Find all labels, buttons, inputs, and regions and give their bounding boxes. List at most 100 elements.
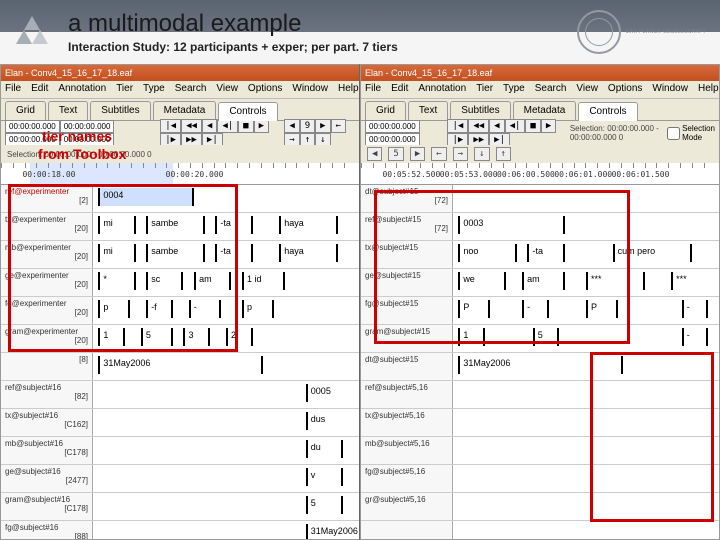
transport-button[interactable]: ◀| — [217, 119, 238, 133]
transport-button[interactable]: |◀ — [447, 119, 468, 133]
rate-button[interactable]: ↑ — [496, 147, 511, 161]
menu-item-view[interactable]: View — [216, 83, 238, 96]
menu-item-annotation[interactable]: Annotation — [58, 83, 106, 96]
timecode-field[interactable]: 00:00:00.000 — [365, 120, 420, 133]
transport-button[interactable]: ◀◀ — [181, 119, 202, 133]
tier-label[interactable]: gram@subject#16[C178] — [1, 493, 93, 520]
rate-button[interactable]: → — [453, 147, 468, 161]
timeline-ruler-right[interactable]: 00:05:52.50000:05:53.00000:06:00.50000:0… — [361, 163, 719, 185]
annotation[interactable]: haya — [279, 216, 338, 234]
transport-button[interactable]: ■ — [525, 119, 540, 133]
transport-button[interactable]: ▶ — [541, 119, 556, 133]
tab-text[interactable]: Text — [408, 101, 448, 120]
tab-metadata[interactable]: Metadata — [153, 101, 217, 120]
tier-label[interactable]: ref@subject#16[82] — [1, 381, 93, 408]
menu-item-edit[interactable]: Edit — [391, 83, 408, 96]
tier-label[interactable]: ge@subject#16[2477] — [1, 465, 93, 492]
tier-track[interactable]: 31May2006 — [93, 521, 359, 539]
annotation[interactable]: haya — [279, 244, 338, 262]
tab-subtitles[interactable]: Subtitles — [450, 101, 510, 120]
tier-label[interactable]: gr@subject#5,16 — [361, 493, 453, 520]
tier-label[interactable]: mb@subject#5,16 — [361, 437, 453, 464]
tab-text[interactable]: Text — [48, 101, 88, 120]
transport-button[interactable]: ◀ — [489, 119, 504, 133]
rate-button[interactable]: ← — [431, 147, 446, 161]
menu-item-tier[interactable]: Tier — [116, 83, 133, 96]
selection-mode-checkbox[interactable]: Selection Mode — [667, 124, 715, 142]
menu-item-type[interactable]: Type — [143, 83, 165, 96]
ruler-label: 00:06:01.500 — [612, 170, 670, 179]
annotation[interactable]: 31May2006 — [306, 524, 359, 539]
annotation[interactable]: du — [306, 440, 343, 458]
annotation[interactable]: - — [682, 328, 709, 346]
menu-item-help[interactable]: Help — [338, 83, 359, 96]
tab-subtitles[interactable]: Subtitles — [90, 101, 150, 120]
menu-item-search[interactable]: Search — [535, 83, 567, 96]
tier-track[interactable]: 55 — [93, 493, 359, 520]
tier-label[interactable]: ref@subject#5,16 — [361, 381, 453, 408]
transport-button[interactable]: ■ — [238, 119, 253, 133]
transport-button[interactable]: ◀◀ — [468, 119, 489, 133]
rate-button[interactable]: ← — [331, 119, 346, 133]
tier-track[interactable]: 31May2006 — [453, 521, 719, 539]
tier-label[interactable]: tx@subject#5,16 — [361, 409, 453, 436]
annotation[interactable]: 5 — [306, 496, 343, 514]
annotation[interactable]: *** — [671, 272, 719, 290]
ruler-label: 00:00:18.00 — [22, 170, 75, 179]
transport-left: |◀◀◀◀◀|■▶|▶▶▶▶| — [160, 119, 272, 147]
rate-button[interactable]: 5 — [388, 147, 403, 161]
tier-track[interactable]: duscheh — [93, 409, 359, 436]
tab-grid[interactable]: Grid — [365, 101, 406, 120]
menu-item-window[interactable]: Window — [652, 83, 688, 96]
menu-item-search[interactable]: Search — [175, 83, 207, 96]
tier-label[interactable]: [8] — [1, 353, 93, 380]
menu-item-view[interactable]: View — [576, 83, 598, 96]
tier-label[interactable] — [361, 521, 453, 539]
rate-button[interactable]: 9 — [300, 119, 315, 133]
rate-button[interactable]: ▶ — [315, 119, 330, 133]
menu-item-file[interactable]: File — [365, 83, 381, 96]
tier-label[interactable]: fg@subject#5,16 — [361, 465, 453, 492]
menu-item-help[interactable]: Help — [698, 83, 719, 96]
tier-track[interactable]: 0005 — [93, 381, 359, 408]
tier-track[interactable]: v- — [93, 465, 359, 492]
transport-button[interactable]: |◀ — [160, 119, 181, 133]
rate-button[interactable]: ◀ — [367, 147, 382, 161]
menubar-left: File Edit Annotation Tier Type Search View Opti… — [1, 81, 359, 99]
tab-grid[interactable]: Grid — [5, 101, 46, 120]
menu-item-window[interactable]: Window — [292, 83, 328, 96]
tab-controls[interactable]: Controls — [578, 102, 637, 121]
annotation[interactable]: dus — [306, 412, 359, 430]
annotation[interactable]: 1 id — [242, 272, 285, 290]
tab-controls[interactable]: Controls — [218, 102, 277, 121]
menu-item-tier[interactable]: Tier — [476, 83, 493, 96]
annotation[interactable]: 0005 — [306, 384, 359, 402]
annotation[interactable]: - — [682, 300, 709, 318]
annotation[interactable]: p — [242, 300, 274, 318]
rate-button[interactable]: ◀ — [284, 119, 299, 133]
rate-button[interactable]: ↓ — [474, 147, 489, 161]
menu-item-options[interactable]: Options — [248, 83, 282, 96]
transport-button[interactable]: ◀ — [202, 119, 217, 133]
tab-metadata[interactable]: Metadata — [513, 101, 577, 120]
tier-track[interactable]: 31May2006 — [93, 353, 359, 380]
tier-track[interactable]: duch — [93, 437, 359, 464]
menu-item-edit[interactable]: Edit — [31, 83, 48, 96]
menu-item-annotation[interactable]: Annotation — [418, 83, 466, 96]
transport-button[interactable]: ▶ — [254, 119, 269, 133]
tier-label[interactable]: mb@subject#16[C178] — [1, 437, 93, 464]
menu-item-type[interactable]: Type — [503, 83, 525, 96]
annotation[interactable]: 31May2006 — [98, 356, 263, 374]
menu-item-options[interactable]: Options — [608, 83, 642, 96]
ruler-label: 00:06:01.000 — [554, 170, 612, 179]
tier-label[interactable]: dt@subject#15 — [361, 353, 453, 380]
menu-item-file[interactable]: File — [5, 83, 21, 96]
timeline-ruler-left[interactable]: 00:00:18.0000:00:20.000 — [1, 163, 359, 185]
tier-label[interactable]: tx@subject#16[C162] — [1, 409, 93, 436]
rate-button[interactable]: ▶ — [410, 147, 425, 161]
transport-button[interactable]: ◀| — [505, 119, 526, 133]
tier-row: ref@subject#16[82] 0005 — [1, 381, 359, 409]
annotation[interactable]: v — [306, 468, 343, 486]
tier-label[interactable]: fg@subject#16[88] — [1, 521, 93, 539]
window-title-left: Elan - Conv4_15_16_17_18.eaf — [1, 65, 359, 81]
